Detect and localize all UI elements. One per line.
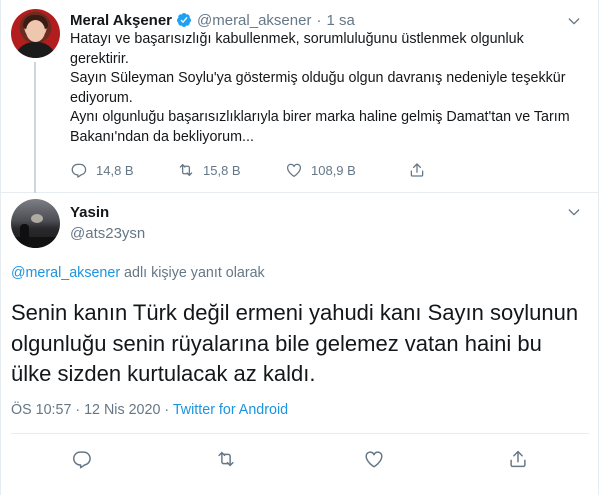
like-icon — [285, 161, 303, 179]
share-icon — [408, 161, 426, 179]
reply-icon — [71, 448, 93, 470]
retweet-icon — [215, 448, 237, 470]
like-icon — [363, 448, 385, 470]
reply-timestamp[interactable]: ÖS 10:57 · 12 Nis 2020 · — [11, 402, 173, 418]
reply-source-link[interactable]: Twitter for Android — [173, 402, 288, 418]
replying-mention-link[interactable]: @meral_aksener — [11, 265, 120, 281]
reply-author-name[interactable]: Yasin — [70, 204, 109, 221]
share-button[interactable] — [507, 448, 529, 470]
reply-count: 14,8 B — [96, 162, 134, 178]
retweet-count: 15,8 B — [203, 162, 241, 178]
parent-action-bar: 14,8 B 15,8 B 108,9 B — [70, 161, 590, 181]
reply-avatar[interactable] — [11, 199, 60, 248]
chevron-down-icon[interactable] — [566, 204, 582, 220]
like-button[interactable] — [363, 448, 385, 470]
like-button[interactable]: 108,9 B — [285, 161, 356, 179]
retweet-button[interactable]: 15,8 B — [177, 161, 241, 179]
tweet-thread: Meral Akşener @meral_aksener · 1 sa Hata… — [0, 0, 599, 495]
parent-text-line: Aynı olgunluğu başarısızlıklarıyla birer… — [70, 109, 570, 145]
retweet-button[interactable] — [215, 448, 237, 470]
parent-tweet[interactable]: Meral Akşener @meral_aksener · 1 sa Hata… — [1, 0, 599, 193]
reply-metadata: ÖS 10:57 · 12 Nis 2020 · Twitter for And… — [11, 402, 288, 418]
parent-text-line: Sayın Süleyman Soylu'ya göstermiş olduğu… — [70, 70, 566, 106]
divider — [11, 433, 589, 434]
reply-action-bar — [1, 448, 599, 470]
parent-tweet-text: Hatayı ve başarısızlığı kabullenmek, sor… — [70, 30, 570, 147]
share-icon — [507, 448, 529, 470]
parent-author-name[interactable]: Meral Akşener — [70, 12, 172, 29]
parent-text-line: Hatayı ve başarısızlığı kabullenmek, sor… — [70, 31, 524, 67]
replying-suffix: adlı kişiye yanıt olarak — [120, 265, 265, 281]
like-count: 108,9 B — [311, 162, 356, 178]
parent-tweet-header: Meral Akşener @meral_aksener · 1 sa — [70, 10, 355, 30]
parent-timestamp[interactable]: 1 sa — [326, 12, 354, 29]
chevron-down-icon[interactable] — [566, 13, 582, 29]
reply-button[interactable]: 14,8 B — [70, 161, 134, 179]
reply-tweet-text: Senin kanın Türk değil ermeni yahudi kan… — [11, 300, 579, 386]
reply-button[interactable] — [71, 448, 93, 470]
thread-connector-line — [34, 62, 36, 193]
verified-badge-icon — [176, 12, 192, 28]
share-button[interactable] — [408, 161, 426, 179]
reply-handle[interactable]: @ats23ysn — [70, 225, 145, 242]
retweet-icon — [177, 161, 195, 179]
reply-icon — [70, 161, 88, 179]
header-separator: · — [316, 11, 322, 29]
replying-to-line: @meral_aksener adlı kişiye yanıt olarak — [11, 265, 265, 281]
parent-avatar[interactable] — [11, 9, 60, 58]
parent-handle[interactable]: @meral_aksener — [197, 12, 311, 29]
